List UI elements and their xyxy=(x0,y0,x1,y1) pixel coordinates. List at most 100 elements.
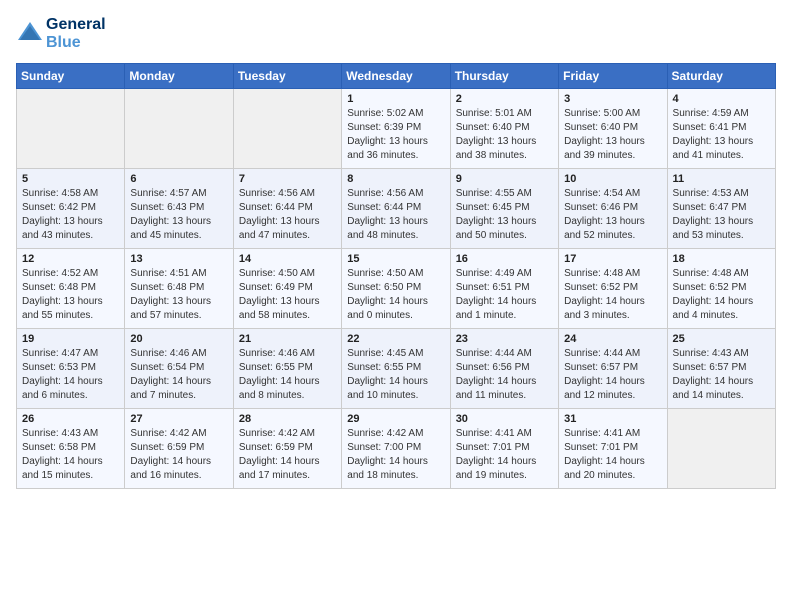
sunset-text: Sunset: 7:01 PM xyxy=(456,441,553,455)
sunset-text: Sunset: 6:50 PM xyxy=(347,281,444,295)
day-cell: 2Sunrise: 5:01 AMSunset: 6:40 PMDaylight… xyxy=(450,89,558,169)
day-number: 3 xyxy=(564,93,661,105)
day-cell: 31Sunrise: 4:41 AMSunset: 7:01 PMDayligh… xyxy=(559,409,667,489)
day-cell: 17 Sunrise: 4:48 AMSunset: 6:52 PMDayligh… xyxy=(559,249,667,329)
day-cell: 21Sunrise: 4:46 AMSunset: 6:55 PMDayligh… xyxy=(233,329,341,409)
sunset-text: Sunset: 6:54 PM xyxy=(130,361,227,375)
daylight-text: Daylight: 14 hours and 12 minutes. xyxy=(564,375,661,403)
daylight-text: Daylight: 14 hours and 6 minutes. xyxy=(22,375,119,403)
week-row-5: 26Sunrise: 4:43 AMSunset: 6:58 PMDayligh… xyxy=(17,409,776,489)
daylight-text: Daylight: 14 hours and 0 minutes. xyxy=(347,295,444,323)
day-number: 24 xyxy=(564,333,661,345)
day-cell: 16Sunrise: 4:49 AMSunset: 6:51 PMDayligh… xyxy=(450,249,558,329)
weekday-header-tuesday: Tuesday xyxy=(233,64,341,89)
day-number: 9 xyxy=(456,173,553,185)
day-cell: 23Sunrise: 4:44 AMSunset: 6:56 PMDayligh… xyxy=(450,329,558,409)
sunrise-text: Sunrise: 4:44 AM xyxy=(564,347,661,361)
day-detail: Sunrise: 4:46 AMSunset: 6:54 PMDaylight:… xyxy=(130,347,227,403)
daylight-text: Daylight: 13 hours and 53 minutes. xyxy=(673,215,770,243)
sunset-text: Sunset: 6:53 PM xyxy=(22,361,119,375)
sunset-text: Sunset: 6:42 PM xyxy=(22,201,119,215)
day-number: 7 xyxy=(239,173,336,185)
day-detail: Sunrise: 4:47 AMSunset: 6:53 PMDaylight:… xyxy=(22,347,119,403)
day-number: 26 xyxy=(22,413,119,425)
week-row-3: 12 Sunrise: 4:52 AMSunset: 6:48 PMDayligh… xyxy=(17,249,776,329)
day-cell: 20 Sunrise: 4:46 AMSunset: 6:54 PMDayligh… xyxy=(125,329,233,409)
day-cell: 15Sunrise: 4:50 AMSunset: 6:50 PMDayligh… xyxy=(342,249,450,329)
day-number: 14 xyxy=(239,253,336,265)
week-row-4: 19Sunrise: 4:47 AMSunset: 6:53 PMDayligh… xyxy=(17,329,776,409)
day-detail: Sunrise: 4:54 AMSunset: 6:46 PMDaylight:… xyxy=(564,187,661,243)
day-cell: 13Sunrise: 4:51 AMSunset: 6:48 PMDayligh… xyxy=(125,249,233,329)
day-detail: Sunrise: 4:56 AMSunset: 6:44 PMDaylight:… xyxy=(347,187,444,243)
day-cell: 30 Sunrise: 4:41 AMSunset: 7:01 PMDayligh… xyxy=(450,409,558,489)
day-detail: Sunrise: 5:00 AMSunset: 6:40 PMDaylight:… xyxy=(564,107,661,163)
day-number: 23 xyxy=(456,333,553,345)
day-cell xyxy=(233,89,341,169)
sunset-text: Sunset: 6:48 PM xyxy=(130,281,227,295)
sunrise-text: Sunrise: 4:46 AM xyxy=(130,347,227,361)
sunset-text: Sunset: 6:41 PM xyxy=(673,121,770,135)
day-number: 17 xyxy=(564,253,661,265)
day-cell xyxy=(667,409,775,489)
sunset-text: Sunset: 6:57 PM xyxy=(673,361,770,375)
sunset-text: Sunset: 6:44 PM xyxy=(239,201,336,215)
sunset-text: Sunset: 6:55 PM xyxy=(347,361,444,375)
sunrise-text: Sunrise: 4:42 AM xyxy=(239,427,336,441)
day-detail: Sunrise: 4:50 AMSunset: 6:49 PMDaylight:… xyxy=(239,267,336,323)
day-number: 28 xyxy=(239,413,336,425)
sunset-text: Sunset: 6:52 PM xyxy=(673,281,770,295)
daylight-text: Daylight: 14 hours and 3 minutes. xyxy=(564,295,661,323)
sunset-text: Sunset: 6:57 PM xyxy=(564,361,661,375)
daylight-text: Daylight: 14 hours and 4 minutes. xyxy=(673,295,770,323)
daylight-text: Daylight: 14 hours and 16 minutes. xyxy=(130,455,227,483)
sunset-text: Sunset: 6:48 PM xyxy=(22,281,119,295)
weekday-header-wednesday: Wednesday xyxy=(342,64,450,89)
sunrise-text: Sunrise: 4:48 AM xyxy=(673,267,770,281)
day-number: 19 xyxy=(22,333,119,345)
day-number: 6 xyxy=(130,173,227,185)
day-number: 5 xyxy=(22,173,119,185)
day-number: 15 xyxy=(347,253,444,265)
day-cell: 14 Sunrise: 4:50 AMSunset: 6:49 PMDayligh… xyxy=(233,249,341,329)
sunrise-text: Sunrise: 4:47 AM xyxy=(22,347,119,361)
daylight-text: Daylight: 14 hours and 15 minutes. xyxy=(22,455,119,483)
day-number: 12 xyxy=(22,253,119,265)
day-cell xyxy=(17,89,125,169)
day-detail: Sunrise: 5:02 AMSunset: 6:39 PMDaylight:… xyxy=(347,107,444,163)
day-number: 30 xyxy=(456,413,553,425)
day-detail: Sunrise: 4:51 AMSunset: 6:48 PMDaylight:… xyxy=(130,267,227,323)
daylight-text: Daylight: 13 hours and 55 minutes. xyxy=(22,295,119,323)
sunset-text: Sunset: 6:59 PM xyxy=(239,441,336,455)
day-number: 20 xyxy=(130,333,227,345)
day-detail: Sunrise: 4:41 AMSunset: 7:01 PMDaylight:… xyxy=(456,427,553,483)
day-detail: Sunrise: 4:48 AMSunset: 6:52 PMDaylight:… xyxy=(564,267,661,323)
sunset-text: Sunset: 6:56 PM xyxy=(456,361,553,375)
daylight-text: Daylight: 13 hours and 52 minutes. xyxy=(564,215,661,243)
sunrise-text: Sunrise: 4:53 AM xyxy=(673,187,770,201)
day-number: 27 xyxy=(130,413,227,425)
sunset-text: Sunset: 6:59 PM xyxy=(130,441,227,455)
weekday-header-row: SundayMondayTuesdayWednesdayThursdayFrid… xyxy=(17,64,776,89)
day-number: 4 xyxy=(673,93,770,105)
sunset-text: Sunset: 6:58 PM xyxy=(22,441,119,455)
sunset-text: Sunset: 6:49 PM xyxy=(239,281,336,295)
logo: General Blue xyxy=(16,16,106,51)
day-detail: Sunrise: 4:55 AMSunset: 6:45 PMDaylight:… xyxy=(456,187,553,243)
day-cell: 24 Sunrise: 4:44 AMSunset: 6:57 PMDayligh… xyxy=(559,329,667,409)
sunset-text: Sunset: 6:55 PM xyxy=(239,361,336,375)
sunset-text: Sunset: 6:40 PM xyxy=(564,121,661,135)
day-detail: Sunrise: 4:42 AMSunset: 6:59 PMDaylight:… xyxy=(239,427,336,483)
sunrise-text: Sunrise: 5:01 AM xyxy=(456,107,553,121)
sunrise-text: Sunrise: 4:42 AM xyxy=(347,427,444,441)
logo-text-line1: General xyxy=(46,16,106,34)
day-detail: Sunrise: 4:43 AMSunset: 6:57 PMDaylight:… xyxy=(673,347,770,403)
day-cell xyxy=(125,89,233,169)
daylight-text: Daylight: 14 hours and 10 minutes. xyxy=(347,375,444,403)
daylight-text: Daylight: 14 hours and 17 minutes. xyxy=(239,455,336,483)
daylight-text: Daylight: 13 hours and 50 minutes. xyxy=(456,215,553,243)
daylight-text: Daylight: 14 hours and 1 minute. xyxy=(456,295,553,323)
day-detail: Sunrise: 4:57 AMSunset: 6:43 PMDaylight:… xyxy=(130,187,227,243)
daylight-text: Daylight: 13 hours and 43 minutes. xyxy=(22,215,119,243)
day-detail: Sunrise: 4:52 AMSunset: 6:48 PMDaylight:… xyxy=(22,267,119,323)
